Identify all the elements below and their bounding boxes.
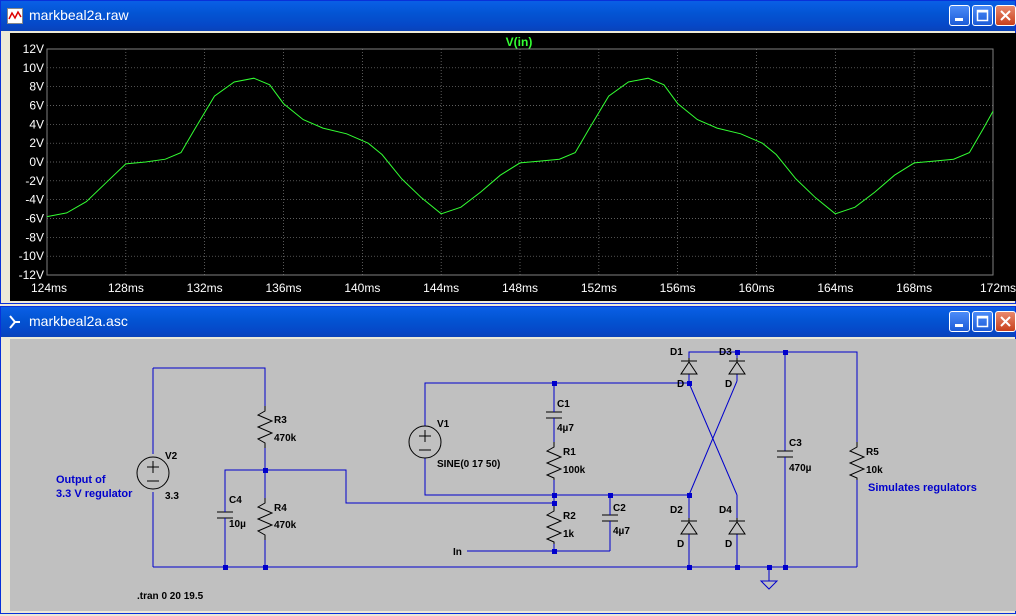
x-tick-label: 152ms bbox=[581, 281, 617, 295]
schematic-window: markbeal2a.asc V2 3.3 R3 470k C4 10µ R4 … bbox=[0, 306, 1016, 614]
waveform-chart[interactable]: 12V 10V 8V 6V 4V 2V 0V -2V -4V -6V -8V -10V -12V124m… bbox=[10, 33, 1016, 301]
plot-window: markbeal2a.raw 12V 10V 8V 6V 4V 2V 0V -2V -4V -6V… bbox=[0, 0, 1016, 304]
r3-value: 470k bbox=[274, 433, 297, 444]
r1-name: R1 bbox=[563, 447, 576, 458]
capacitor-c2[interactable] bbox=[602, 513, 618, 525]
x-tick-label: 164ms bbox=[817, 281, 853, 295]
d2-value: D bbox=[677, 539, 684, 550]
y-tick-label: 8V bbox=[29, 80, 44, 94]
resistor-r4[interactable] bbox=[256, 498, 274, 540]
v2-value: 3.3 bbox=[165, 491, 179, 502]
d1-value: D bbox=[677, 379, 684, 390]
y-tick-label: 4V bbox=[29, 117, 44, 131]
r5-value: 10k bbox=[866, 465, 883, 476]
schematic-window-titlebar[interactable]: markbeal2a.asc bbox=[1, 307, 1016, 337]
minimize-button[interactable] bbox=[949, 311, 970, 332]
c1-value: 4µ7 bbox=[557, 423, 574, 434]
minimize-button[interactable] bbox=[949, 5, 970, 26]
diode-d4[interactable] bbox=[728, 518, 746, 535]
x-tick-label: 128ms bbox=[108, 281, 144, 295]
resistor-r1[interactable] bbox=[545, 442, 563, 480]
c4-value: 10µ bbox=[229, 519, 246, 530]
resistor-r3[interactable] bbox=[256, 406, 274, 448]
x-tick-label: 172ms bbox=[980, 281, 1016, 295]
y-tick-label: -8V bbox=[25, 230, 44, 244]
net-label-in: In bbox=[453, 547, 462, 558]
x-tick-label: 148ms bbox=[502, 281, 538, 295]
x-tick-label: 156ms bbox=[660, 281, 696, 295]
y-tick-label: 2V bbox=[29, 136, 44, 150]
d4-value: D bbox=[725, 539, 732, 550]
diode-d2[interactable] bbox=[680, 518, 698, 535]
comment-simulates: Simulates regulators bbox=[868, 482, 977, 494]
plot-window-titlebar[interactable]: markbeal2a.raw bbox=[1, 1, 1016, 31]
c1-name: C1 bbox=[557, 399, 570, 410]
waveform-icon bbox=[7, 8, 23, 24]
trace-v-in bbox=[46, 77, 994, 218]
comment-output-line2: 3.3 V regulator bbox=[56, 488, 133, 500]
d3-value: D bbox=[725, 379, 732, 390]
trace-label[interactable]: V(in) bbox=[506, 35, 533, 49]
y-tick-label: 0V bbox=[29, 155, 44, 169]
c4-name: C4 bbox=[229, 495, 242, 506]
wires bbox=[152, 351, 858, 581]
x-tick-label: 136ms bbox=[265, 281, 301, 295]
voltage-source-v1[interactable] bbox=[408, 425, 442, 459]
y-tick-label: -10V bbox=[19, 249, 44, 263]
y-tick-label: 6V bbox=[29, 99, 44, 113]
schematic-window-title: markbeal2a.asc bbox=[29, 313, 128, 329]
r4-name: R4 bbox=[274, 503, 287, 514]
y-tick-label: -4V bbox=[25, 193, 44, 207]
r1-value: 100k bbox=[563, 465, 586, 476]
diode-d3[interactable] bbox=[728, 358, 746, 375]
x-tick-label: 160ms bbox=[738, 281, 774, 295]
x-tick-label: 124ms bbox=[31, 281, 67, 295]
x-tick-label: 168ms bbox=[896, 281, 932, 295]
r3-name: R3 bbox=[274, 415, 287, 426]
d4-name: D4 bbox=[719, 505, 732, 516]
x-tick-label: 140ms bbox=[344, 281, 380, 295]
diode-d1[interactable] bbox=[680, 358, 698, 375]
d3-name: D3 bbox=[719, 347, 732, 358]
close-button[interactable] bbox=[995, 311, 1016, 332]
spice-directive: .tran 0 20 19.5 bbox=[137, 591, 204, 602]
x-tick-label: 144ms bbox=[423, 281, 459, 295]
schematic-icon bbox=[9, 315, 20, 329]
y-tick-label: -12V bbox=[19, 268, 44, 282]
r2-name: R2 bbox=[563, 511, 576, 522]
close-button[interactable] bbox=[995, 5, 1016, 26]
c3-name: C3 bbox=[789, 438, 802, 449]
schematic-drawing[interactable]: V2 3.3 R3 470k C4 10µ R4 470k V1 SINE(0 … bbox=[10, 339, 1016, 611]
x-tick-label: 132ms bbox=[187, 281, 223, 295]
c2-value: 4µ7 bbox=[613, 526, 630, 537]
d2-name: D2 bbox=[670, 505, 683, 516]
c3-value: 470µ bbox=[789, 463, 812, 474]
y-tick-label: -6V bbox=[25, 212, 44, 226]
resistor-r2[interactable] bbox=[545, 506, 563, 544]
d1-name: D1 bbox=[670, 347, 683, 358]
v2-name: V2 bbox=[165, 451, 178, 462]
v1-name: V1 bbox=[437, 419, 450, 430]
r4-value: 470k bbox=[274, 520, 297, 531]
ground-icon bbox=[759, 580, 779, 590]
y-tick-label: -2V bbox=[25, 174, 44, 188]
r5-name: R5 bbox=[866, 447, 879, 458]
comment-output-line1: Output of bbox=[56, 474, 106, 486]
resistor-r5[interactable] bbox=[848, 442, 866, 480]
y-tick-label: 12V bbox=[23, 42, 44, 56]
maximize-button[interactable] bbox=[972, 5, 993, 26]
r2-value: 1k bbox=[563, 529, 575, 540]
maximize-button[interactable] bbox=[972, 311, 993, 332]
v1-value: SINE(0 17 50) bbox=[437, 459, 500, 470]
capacitor-c3[interactable] bbox=[777, 450, 793, 461]
c2-name: C2 bbox=[613, 503, 626, 514]
y-tick-label: 10V bbox=[23, 61, 44, 75]
plot-window-title: markbeal2a.raw bbox=[29, 7, 129, 23]
schematic-canvas[interactable]: V2 3.3 R3 470k C4 10µ R4 470k V1 SINE(0 … bbox=[10, 339, 1016, 611]
waveform-plot[interactable]: 12V 10V 8V 6V 4V 2V 0V -2V -4V -6V -8V -10V -12V 124m… bbox=[10, 33, 1016, 301]
